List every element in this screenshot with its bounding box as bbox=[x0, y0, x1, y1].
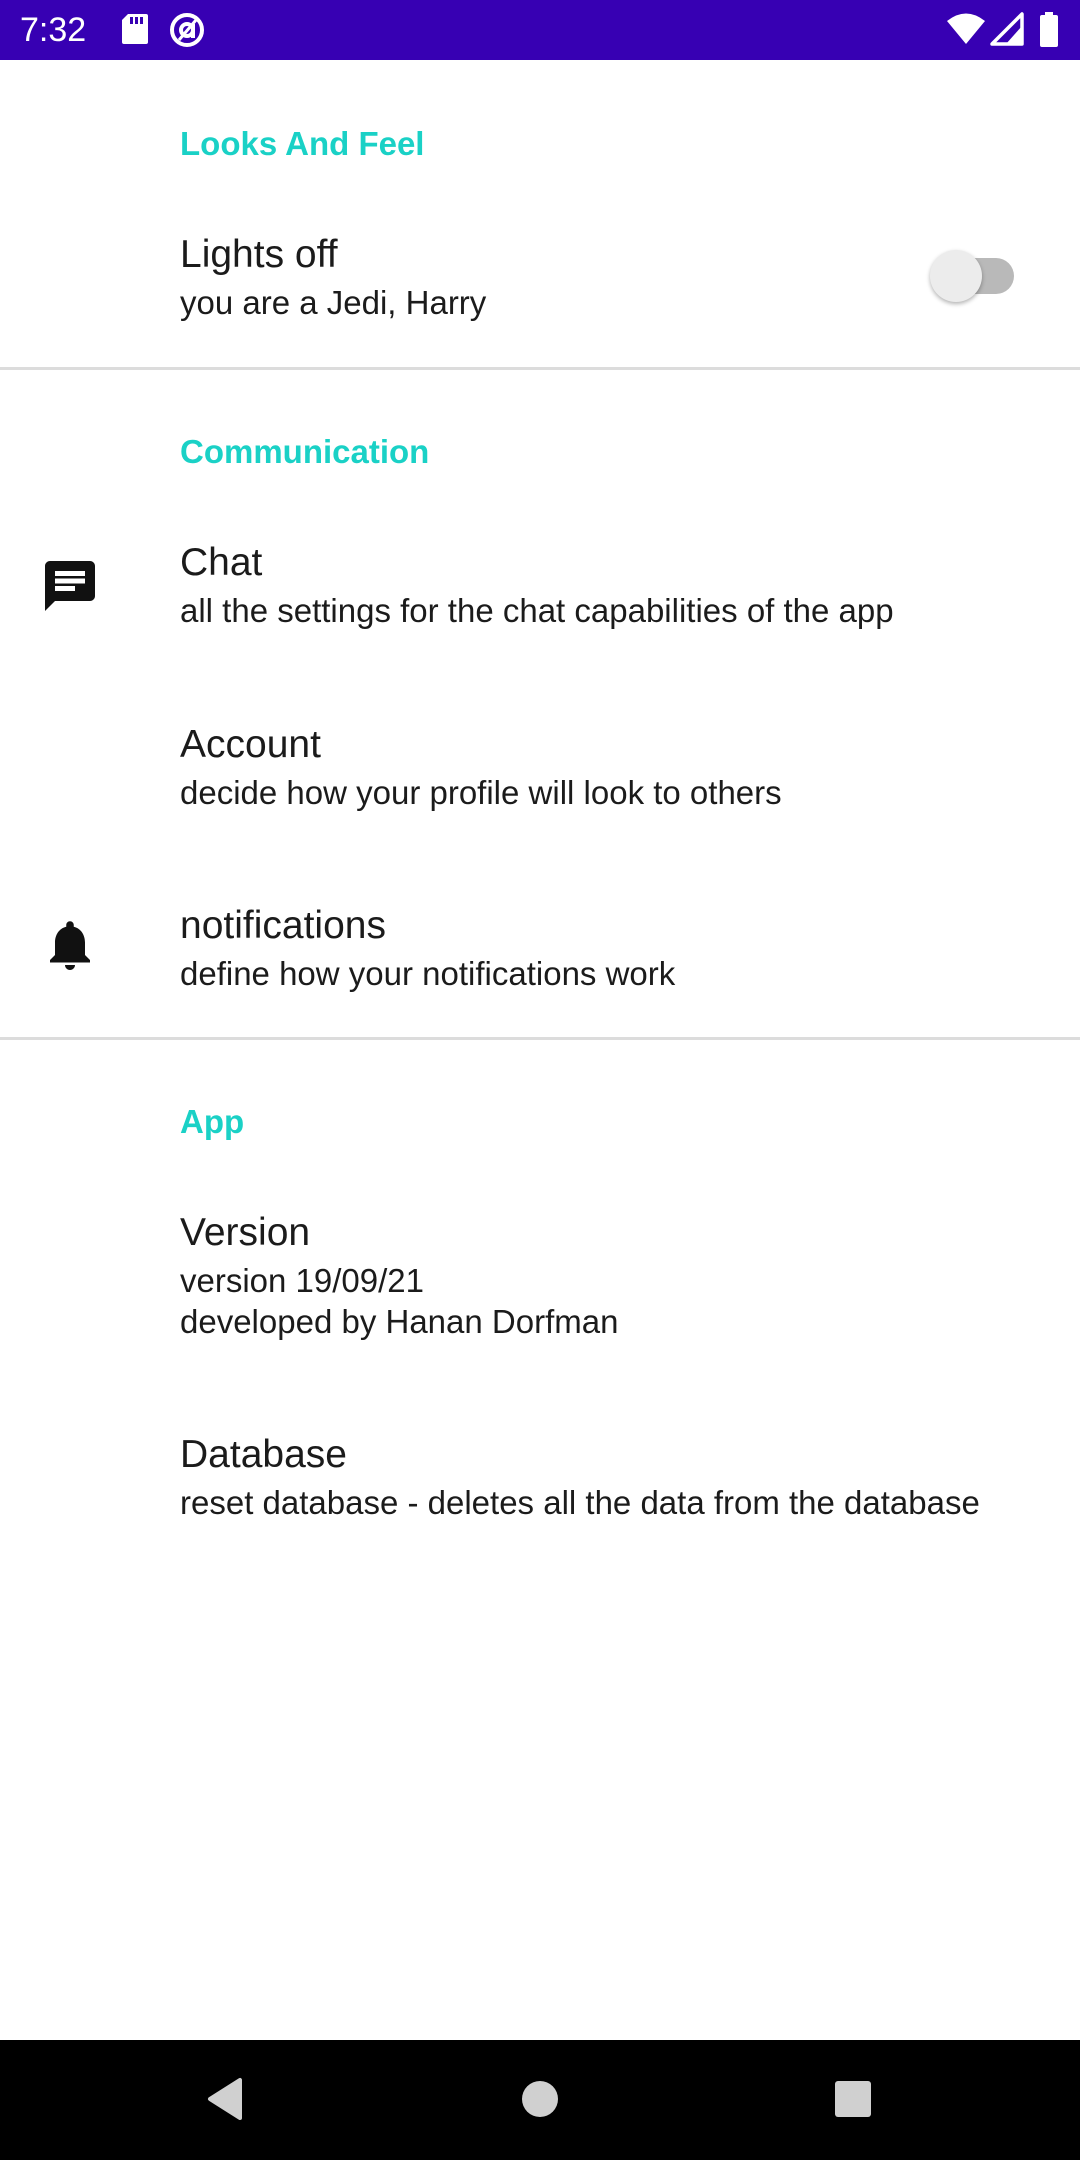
category-communication: Communication bbox=[180, 433, 430, 470]
settings-screen: 7:32 Looks And Feel Lights off you are a… bbox=[0, 0, 1080, 2160]
pref-lights-off-summary: you are a Jedi, Harry bbox=[180, 284, 487, 321]
pref-version-summary-line1: version 19/09/21 bbox=[180, 1262, 425, 1299]
wifi-icon bbox=[947, 13, 985, 44]
back-icon[interactable] bbox=[204, 2076, 246, 2122]
pref-notifications[interactable]: notifications define how your notificati… bbox=[0, 893, 1080, 1033]
pref-account[interactable]: Account decide how your profile will loo… bbox=[0, 712, 1080, 862]
pref-lights-off[interactable]: Lights off you are a Jedi, Harry bbox=[0, 220, 1080, 346]
battery-icon bbox=[1040, 12, 1058, 47]
home-icon[interactable] bbox=[520, 2076, 560, 2122]
category-looks-and-feel: Looks And Feel bbox=[180, 125, 425, 162]
pref-version-summary-line2: developed by Hanan Dorfman bbox=[180, 1303, 619, 1340]
switch-thumb bbox=[930, 250, 982, 302]
bell-icon bbox=[50, 921, 90, 970]
navigation-bar bbox=[0, 2040, 1080, 2160]
pref-chat-summary: all the settings for the chat capabiliti… bbox=[180, 592, 894, 629]
status-bar: 7:32 bbox=[0, 0, 1080, 60]
status-time: 7:32 bbox=[20, 11, 87, 49]
pref-database-summary: reset database - deletes all the data fr… bbox=[180, 1484, 980, 1521]
pref-chat-title: Chat bbox=[180, 541, 263, 584]
category-app: App bbox=[180, 1103, 245, 1140]
chat-icon bbox=[45, 561, 95, 611]
pref-database-title: Database bbox=[180, 1433, 347, 1476]
sd-card-icon bbox=[122, 14, 148, 44]
divider bbox=[0, 1037, 1080, 1040]
pref-notifications-summary: define how your notifications work bbox=[180, 955, 676, 992]
pref-lights-off-title: Lights off bbox=[180, 233, 338, 276]
recents-icon[interactable] bbox=[832, 2076, 874, 2122]
divider bbox=[0, 367, 1080, 370]
signal-icon bbox=[990, 12, 1024, 46]
pref-notifications-title: notifications bbox=[180, 904, 386, 947]
pref-chat[interactable]: Chat all the settings for the chat capab… bbox=[0, 530, 1080, 680]
pref-database[interactable]: Database reset database - deletes all th… bbox=[0, 1422, 1080, 1572]
lights-off-switch[interactable] bbox=[930, 248, 1014, 304]
circle-a-icon bbox=[170, 13, 204, 47]
pref-version-title: Version bbox=[180, 1211, 311, 1254]
pref-version[interactable]: Version version 19/09/21 developed by Ha… bbox=[0, 1200, 1080, 1380]
pref-account-summary: decide how your profile will look to oth… bbox=[180, 774, 782, 811]
pref-account-title: Account bbox=[180, 723, 321, 766]
